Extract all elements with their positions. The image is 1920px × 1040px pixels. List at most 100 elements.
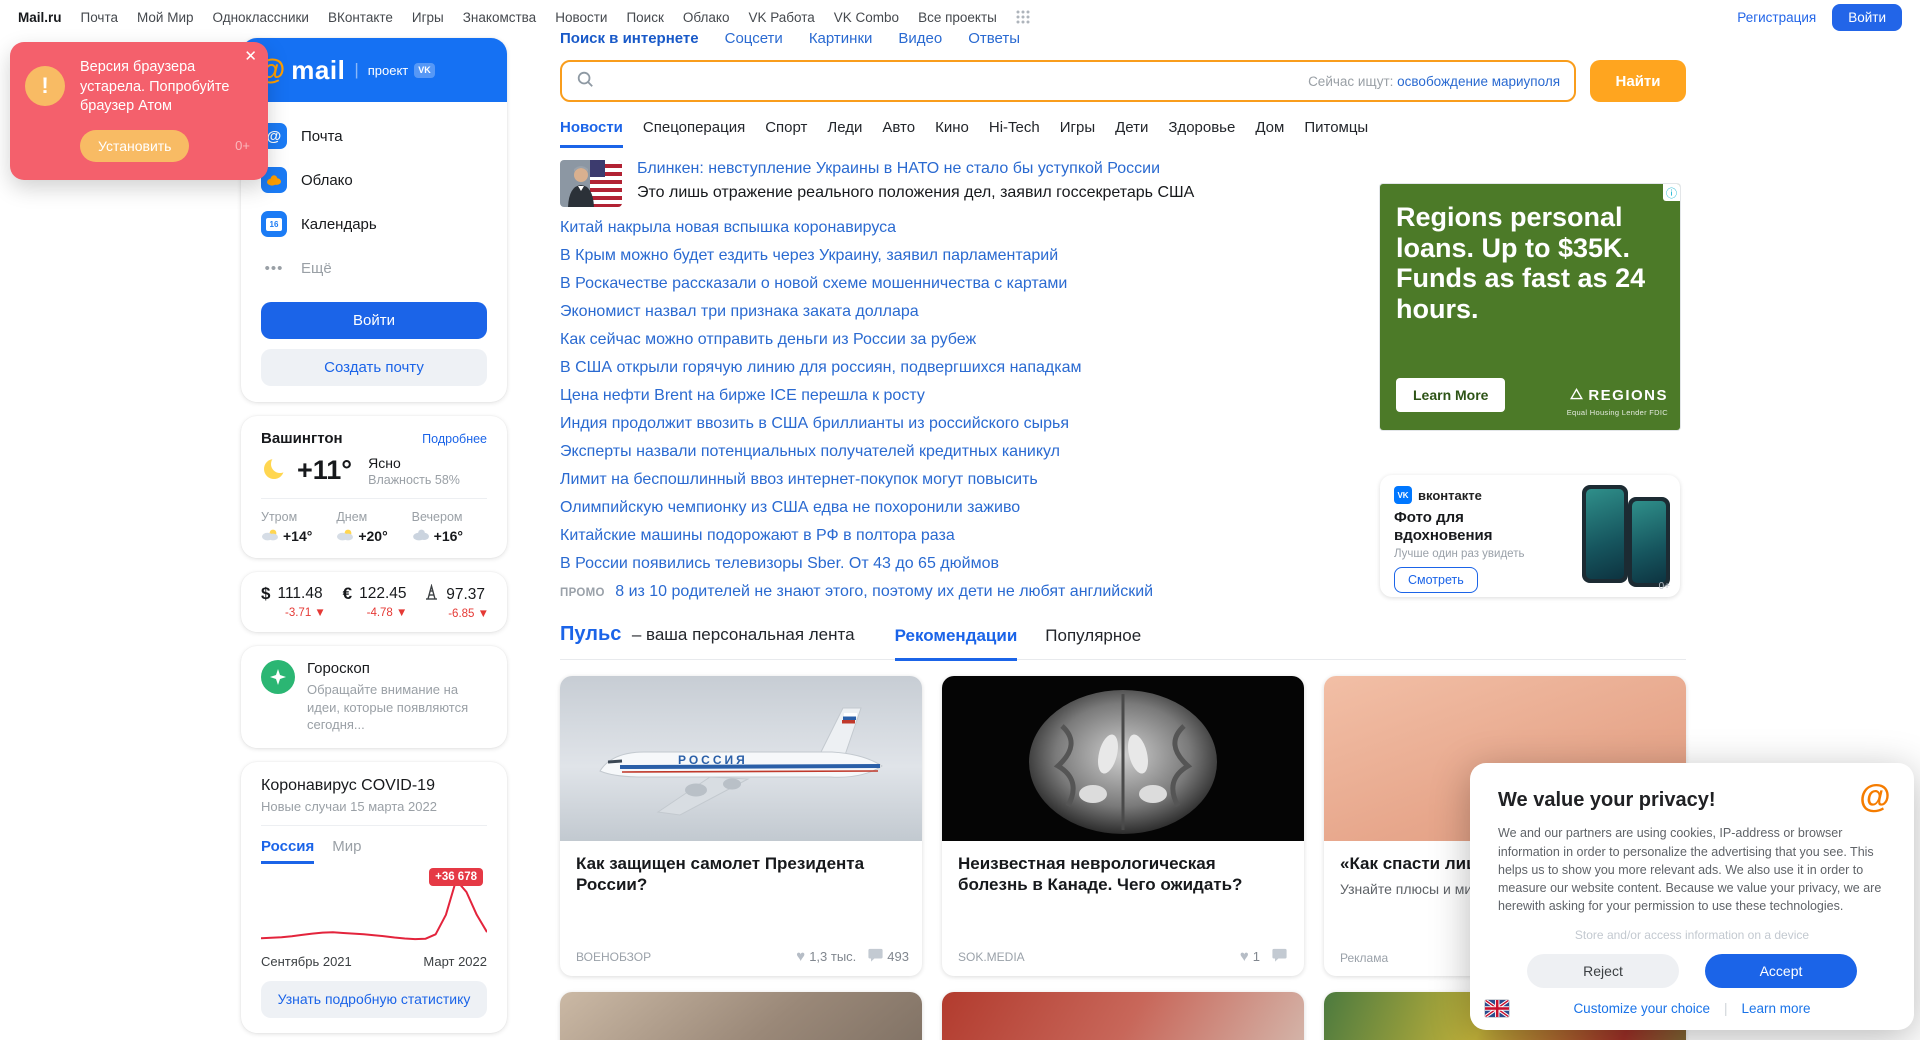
news-headline[interactable]: Эксперты назвали потенциальных получател… (560, 438, 1390, 466)
search-button[interactable]: Найти (1590, 60, 1686, 102)
tab-zdorovye[interactable]: Здоровье (1168, 119, 1235, 148)
regions-ad-banner[interactable]: ⓘ Regions personal loans. Up to $35K. Fu… (1380, 184, 1680, 430)
topnav-item-novosti[interactable]: Новости (555, 10, 607, 25)
search-tab-socseti[interactable]: Соцсети (725, 30, 783, 47)
tab-hitech[interactable]: Hi-Tech (989, 119, 1040, 148)
tab-sport[interactable]: Спорт (765, 119, 807, 148)
news-headline[interactable]: Китайские машины подорожают в РФ в полто… (560, 522, 1390, 550)
tab-pitomcy[interactable]: Питомцы (1304, 119, 1368, 148)
sidebar-item-cloud[interactable]: Облако (261, 158, 487, 202)
covid-tab-russia[interactable]: Россия (261, 838, 315, 864)
news-headline[interactable]: Как сейчас можно отправить деньги из Рос… (560, 326, 1390, 354)
topnav-item-znakomstva[interactable]: Знакомства (463, 10, 536, 25)
currency-widget[interactable]: $ 111.48 -3.71 ▼ € 122.45 -4.78 ▼ 97.37 (241, 572, 507, 632)
tab-specoperaciya[interactable]: Спецоперация (643, 119, 745, 148)
covid-title: Коронавирус COVID-19 (261, 776, 435, 794)
covid-stats-button[interactable]: Узнать подробную статистику (261, 980, 487, 1018)
tab-kino[interactable]: Кино (935, 119, 969, 148)
trending-query-link[interactable]: освобождение мариуполя (1397, 74, 1560, 89)
cookie-purpose-row[interactable]: Store and/or access information on a dev… (1498, 928, 1886, 942)
horoscope-widget[interactable]: Гороскоп Обращайте внимание на идеи, кот… (241, 646, 507, 748)
like-icon[interactable]: ♥ (1240, 949, 1249, 964)
search-tab-internet[interactable]: Поиск в интернете (560, 30, 699, 47)
vk-ad-watch-button[interactable]: Смотреть (1394, 567, 1478, 593)
pulse-tab-popular[interactable]: Популярное (1045, 626, 1141, 659)
topnav-item-vse-proekty[interactable]: Все проекты (918, 10, 997, 25)
topnav-item-poisk[interactable]: Поиск (626, 10, 663, 25)
search-tab-kartinki[interactable]: Картинки (809, 30, 873, 47)
news-headline[interactable]: Цена нефти Brent на бирже ICE перешла к … (560, 382, 1390, 410)
vk-ad-card[interactable]: VK вконтакте Фото для вдохновения Лучше … (1380, 475, 1680, 597)
news-headline[interactable]: Лимит на беспошлинный ввоз интернет-поку… (560, 466, 1390, 494)
registration-link[interactable]: Регистрация (1737, 10, 1816, 25)
news-headline[interactable]: Индия продолжит ввозить в США бриллианты… (560, 410, 1390, 438)
learn-more-link[interactable]: Learn more (1742, 1001, 1811, 1016)
tab-novosti[interactable]: Новости (560, 119, 623, 148)
pulse-card-brain[interactable]: Неизвестная неврологическая болезнь в Ка… (942, 676, 1304, 976)
topnav-item-vkontakte[interactable]: ВКонтакте (328, 10, 393, 25)
install-atom-button[interactable]: Установить (80, 129, 190, 162)
pulse-card[interactable] (560, 992, 922, 1040)
sidebar-login-button[interactable]: Войти (261, 302, 487, 339)
news-headline[interactable]: В Крым можно будет ездить через Украину,… (560, 242, 1390, 270)
topnav-item-moy-mir[interactable]: Мой Мир (137, 10, 194, 25)
tab-avto[interactable]: Авто (882, 119, 915, 148)
mail-logo-header[interactable]: @ mail | проект VK (241, 38, 507, 102)
comment-icon[interactable] (868, 948, 883, 965)
news-headline[interactable]: Китай накрыла новая вспышка коронавируса (560, 214, 1390, 242)
mailru-brand-link[interactable]: Mail.ru (18, 10, 62, 25)
search-tab-otvety[interactable]: Ответы (968, 30, 1020, 47)
topnav-item-vk-combo[interactable]: VK Combo (834, 10, 899, 25)
create-mail-button[interactable]: Создать почту (261, 349, 487, 386)
news-headline[interactable]: В России появились телевизоры Sber. От 4… (560, 550, 1390, 578)
like-icon[interactable]: ♥ (796, 949, 805, 964)
topnav-item-oblako[interactable]: Облако (683, 10, 730, 25)
card-title[interactable]: Неизвестная неврологическая болезнь в Ка… (958, 853, 1288, 896)
topnav-item-vk-rabota[interactable]: VK Работа (748, 10, 814, 25)
like-count: 1 (1252, 949, 1260, 964)
news-headline[interactable]: В США открыли горячую линию для россиян,… (560, 354, 1390, 382)
lead-story[interactable]: Блинкен: невступление Украины в НАТО не … (560, 160, 1390, 207)
pulse-card-plane[interactable]: РОССИЯ Как защищен самолет Президента Ро… (560, 676, 922, 976)
accept-button[interactable]: Accept (1705, 954, 1857, 988)
sidebar-item-more[interactable]: ••• Ещё (261, 246, 487, 290)
language-flag-icon[interactable] (1484, 999, 1510, 1018)
topnav-login-button[interactable]: Войти (1832, 3, 1902, 31)
weather-more-link[interactable]: Подробнее (422, 432, 487, 446)
card-title[interactable]: Как защищен самолет Президента России? (576, 853, 906, 896)
apps-grid-icon[interactable] (1016, 10, 1030, 24)
topnav-item-igry[interactable]: Игры (412, 10, 444, 25)
card-source[interactable]: ВОЕНОБЗОР (576, 950, 651, 964)
sidebar-item-calendar[interactable]: 16 Календарь (261, 202, 487, 246)
news-headline[interactable]: Олимпийскую чемпионку из США едва не пох… (560, 494, 1390, 522)
search-tab-video[interactable]: Видео (898, 30, 942, 47)
tab-ledi[interactable]: Леди (827, 119, 862, 148)
close-icon[interactable]: ✕ (244, 49, 257, 64)
news-headline[interactable]: В Роскачестве рассказали о новой схеме м… (560, 270, 1390, 298)
dollar-icon: $ (261, 584, 271, 603)
oil-derrick-icon (424, 583, 439, 605)
topnav-item-pochta[interactable]: Почта (81, 10, 119, 25)
news-headline[interactable]: Экономист назвал три признака заката дол… (560, 298, 1390, 326)
adchoices-icon[interactable]: ⓘ (1663, 184, 1680, 201)
tab-deti[interactable]: Дети (1115, 119, 1148, 148)
card-image-man-dog (942, 992, 1304, 1040)
pulse-card[interactable] (942, 992, 1304, 1040)
pulse-title[interactable]: Пульс (560, 623, 621, 645)
covid-tab-world[interactable]: Мир (332, 838, 361, 864)
topnav-item-odnoklassniki[interactable]: Одноклассники (213, 10, 309, 25)
reject-button[interactable]: Reject (1527, 954, 1679, 988)
pulse-header: Пульс – ваша персональная лента Рекоменд… (560, 623, 1686, 661)
lead-story-title[interactable]: Блинкен: невступление Украины в НАТО не … (637, 160, 1194, 178)
tab-dom[interactable]: Дом (1255, 119, 1284, 148)
search-input[interactable]: Сейчас ищут: освобождение мариуполя (560, 60, 1576, 102)
learn-more-button[interactable]: Learn More (1396, 378, 1506, 412)
comment-icon[interactable] (1272, 948, 1287, 965)
promo-headline[interactable]: 8 из 10 родителей не знают этого, поэтом… (615, 583, 1153, 600)
tab-igry[interactable]: Игры (1060, 119, 1095, 148)
sidebar-item-mail[interactable]: @ Почта (261, 114, 487, 158)
headline-list: Китай накрыла новая вспышка коронавируса… (560, 214, 1390, 607)
card-source[interactable]: SOK.MEDIA (958, 950, 1025, 964)
pulse-tab-recommendations[interactable]: Рекомендации (894, 626, 1018, 661)
customize-choice-link[interactable]: Customize your choice (1573, 1001, 1710, 1016)
